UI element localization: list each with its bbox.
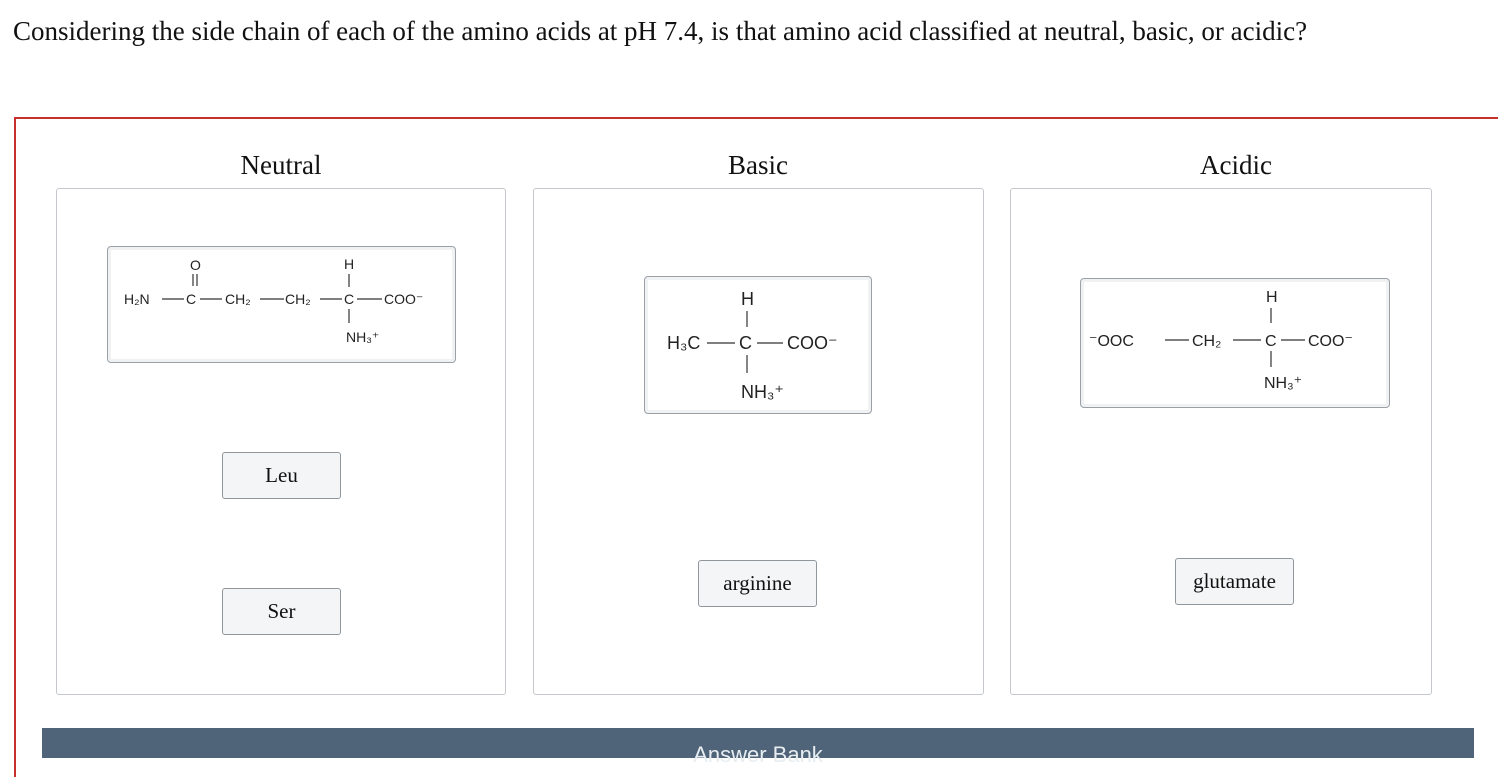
glutamine-ch2-a: CH₂ bbox=[225, 291, 251, 307]
glutamine-alpha-h: H bbox=[344, 256, 354, 272]
chip-ser[interactable]: Ser bbox=[222, 588, 341, 635]
glutamine-carbonyl-carbon: C bbox=[186, 291, 196, 307]
glutamine-alpha-carbon: C bbox=[344, 291, 354, 307]
aspartate-structure: H ⁻OOC CH₂ C COO⁻ NH₃⁺ bbox=[1089, 289, 1353, 392]
glutamine-amide-group: H₂N bbox=[124, 291, 150, 307]
acidic-column-title: Acidic bbox=[1200, 150, 1272, 180]
answer-bank-title: Answer Bank bbox=[693, 742, 823, 767]
acidic-bin[interactable] bbox=[1010, 188, 1432, 695]
alanine-structure: H H₃C C COO⁻ NH₃⁺ bbox=[667, 289, 838, 402]
aspartate-ch2: CH₂ bbox=[1192, 333, 1221, 350]
neutral-column-title: Neutral bbox=[240, 150, 322, 180]
glutamine-amine: NH₃⁺ bbox=[346, 329, 379, 345]
basic-bin[interactable] bbox=[533, 188, 984, 695]
structure-card-alanine[interactable]: H H₃C C COO⁻ NH₃⁺ bbox=[644, 276, 872, 414]
question-text: Considering the side chain of each of th… bbox=[13, 16, 1308, 46]
glutamine-carboxylate: COO⁻ bbox=[384, 291, 423, 307]
structure-card-aspartate[interactable]: H ⁻OOC CH₂ C COO⁻ NH₃⁺ bbox=[1080, 278, 1390, 408]
aspartate-alpha-carbon: C bbox=[1265, 333, 1277, 350]
glutamine-ch2-b: CH₂ bbox=[285, 291, 311, 307]
glutamine-carbonyl-o: O bbox=[190, 257, 201, 273]
basic-column-title: Basic bbox=[728, 150, 788, 180]
aspartate-amine: NH₃⁺ bbox=[1264, 375, 1302, 392]
alanine-alpha-h: H bbox=[741, 289, 754, 309]
alanine-carboxylate: COO⁻ bbox=[787, 333, 838, 353]
glutamine-structure: O H₂N C CH₂ CH₂ H C COO⁻ NH₃⁺ bbox=[124, 256, 423, 345]
answer-bank: Answer Bank bbox=[42, 728, 1474, 767]
chip-leu[interactable]: Leu bbox=[222, 452, 341, 499]
chip-arginine[interactable]: arginine bbox=[698, 560, 817, 607]
aspartate-alpha-h: H bbox=[1266, 289, 1278, 306]
alanine-alpha-carbon: C bbox=[739, 333, 752, 353]
structure-card-glutamine[interactable]: O H₂N C CH₂ CH₂ H C COO⁻ NH₃⁺ bbox=[107, 246, 456, 363]
aspartate-carboxylate: COO⁻ bbox=[1308, 333, 1353, 350]
alanine-amine: NH₃⁺ bbox=[741, 382, 784, 402]
chip-glutamate[interactable]: glutamate bbox=[1175, 558, 1294, 605]
alanine-methyl: H₃C bbox=[667, 333, 700, 353]
aspartate-side-carboxylate: ⁻OOC bbox=[1089, 333, 1134, 350]
